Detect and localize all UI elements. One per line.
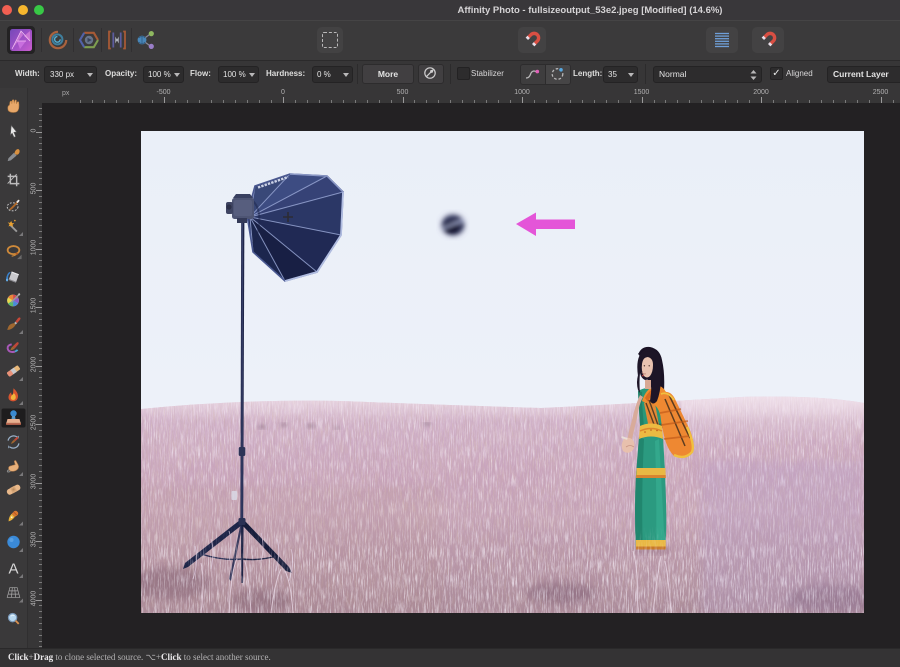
svg-text:A: A [8,561,18,578]
